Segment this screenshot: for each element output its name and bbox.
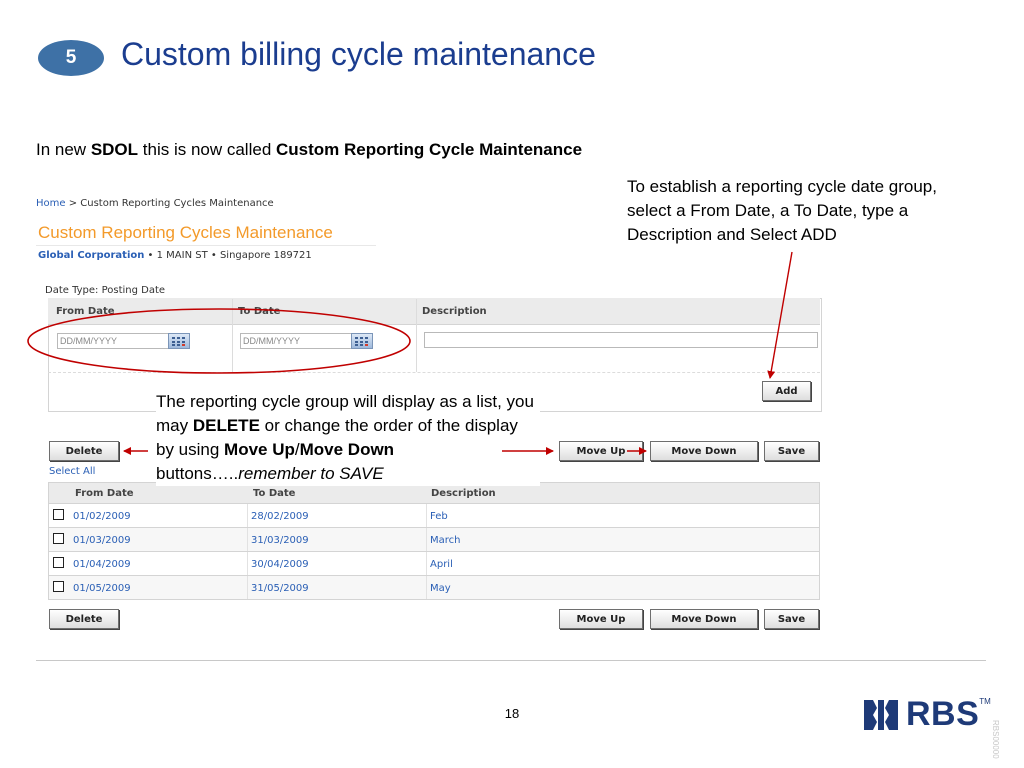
row-checkbox[interactable] [53, 557, 64, 568]
callout-move-up-word: Move Up [224, 440, 295, 459]
callout-delete-word: DELETE [192, 416, 260, 435]
row-description[interactable]: Feb [430, 511, 448, 522]
breadcrumb: Home > Custom Reporting Cycles Maintenan… [36, 198, 274, 209]
from-date-input[interactable]: DD/MM/YYYY [57, 333, 169, 349]
entry-column-divider [232, 299, 233, 372]
save-button-top[interactable]: Save [764, 441, 819, 461]
delete-button-top[interactable]: Delete [49, 441, 119, 461]
subtitle-middle: this is now called [138, 140, 276, 159]
table-row: 01/05/2009 31/05/2009 May [48, 576, 820, 600]
side-reference-code: RBS00000 [991, 720, 1000, 759]
row-description[interactable]: April [430, 559, 453, 570]
to-date-calendar-icon[interactable] [351, 333, 373, 349]
entry-divider [48, 372, 820, 373]
callout-move-down-word: Move Down [299, 440, 395, 459]
company-info: Global Corporation • 1 MAIN ST • Singapo… [38, 250, 312, 261]
move-down-button-bottom[interactable]: Move Down [650, 609, 758, 629]
cycle-table: From Date To Date Description 01/02/2009… [48, 482, 820, 600]
footer-divider [36, 660, 986, 661]
subtitle-new-name: Custom Reporting Cycle Maintenance [276, 140, 583, 159]
row-from-date[interactable]: 01/02/2009 [73, 511, 131, 522]
row-checkbox[interactable] [53, 509, 64, 520]
slide-title: Custom billing cycle maintenance [121, 36, 596, 72]
table-row: 01/04/2009 30/04/2009 April [48, 552, 820, 576]
entry-column-divider [416, 299, 417, 372]
breadcrumb-current: Custom Reporting Cycles Maintenance [80, 198, 274, 209]
company-name-link[interactable]: Global Corporation [38, 250, 144, 261]
from-date-label: From Date [56, 306, 115, 317]
column-header-to-date: To Date [253, 488, 296, 499]
column-header-description: Description [431, 488, 496, 499]
rbs-logo-trademark: TM [979, 697, 991, 706]
callout-remember-save: remember to SAVE [238, 464, 384, 483]
row-to-date[interactable]: 30/04/2009 [251, 559, 309, 570]
delete-button-bottom[interactable]: Delete [49, 609, 119, 629]
company-address: • 1 MAIN ST • Singapore 189721 [144, 250, 312, 261]
row-description[interactable]: March [430, 535, 460, 546]
date-type-label: Date Type: Posting Date [45, 285, 166, 296]
row-description[interactable]: May [430, 583, 451, 594]
breadcrumb-home-link[interactable]: Home [36, 198, 66, 209]
heading-divider [36, 245, 376, 246]
subtitle-prefix: In new [36, 140, 91, 159]
callout-list-text: buttons….. [156, 464, 239, 483]
rbs-logo: RBS TM [862, 695, 991, 734]
row-to-date[interactable]: 28/02/2009 [251, 511, 309, 522]
to-date-label: To Date [238, 306, 281, 317]
slide-subtitle: In new SDOL this is now called Custom Re… [36, 140, 582, 160]
description-label: Description [422, 306, 487, 317]
table-row: 01/02/2009 28/02/2009 Feb [48, 504, 820, 528]
callout-add-instructions: To establish a reporting cycle date grou… [627, 177, 937, 244]
rbs-daisy-icon [864, 699, 898, 730]
row-to-date[interactable]: 31/03/2009 [251, 535, 309, 546]
add-button[interactable]: Add [762, 381, 811, 401]
row-checkbox[interactable] [53, 533, 64, 544]
subtitle-sdol: SDOL [90, 140, 139, 159]
save-button-bottom[interactable]: Save [764, 609, 819, 629]
page-heading: Custom Reporting Cycles Maintenance [38, 223, 333, 242]
row-checkbox[interactable] [53, 581, 64, 592]
to-date-input[interactable]: DD/MM/YYYY [240, 333, 352, 349]
row-from-date[interactable]: 01/05/2009 [73, 583, 131, 594]
from-date-calendar-icon[interactable] [168, 333, 190, 349]
step-number-badge: 5 [38, 40, 104, 76]
column-header-from-date: From Date [75, 488, 134, 499]
select-all-link[interactable]: Select All [49, 466, 95, 477]
row-to-date[interactable]: 31/05/2009 [251, 583, 309, 594]
table-row: 01/03/2009 31/03/2009 March [48, 528, 820, 552]
move-up-button-top[interactable]: Move Up [559, 441, 643, 461]
move-down-button-top[interactable]: Move Down [650, 441, 758, 461]
rbs-logo-text: RBS [906, 695, 980, 733]
description-input[interactable] [424, 332, 818, 348]
breadcrumb-separator: > [65, 198, 81, 209]
callout-list-instructions: The reporting cycle group will display a… [156, 390, 540, 486]
row-from-date[interactable]: 01/03/2009 [73, 535, 131, 546]
row-from-date[interactable]: 01/04/2009 [73, 559, 131, 570]
move-up-button-bottom[interactable]: Move Up [559, 609, 643, 629]
